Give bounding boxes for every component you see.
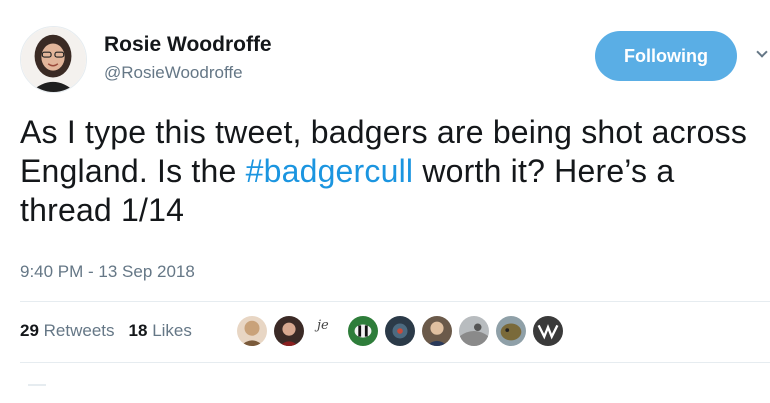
- retweets-stat[interactable]: 29 Retweets: [20, 321, 115, 341]
- following-button[interactable]: Following: [595, 31, 737, 81]
- liker-avatar[interactable]: [347, 315, 379, 347]
- liker-avatar[interactable]: [421, 315, 453, 347]
- retweets-count: 29: [20, 321, 39, 340]
- display-name[interactable]: Rosie Woodroffe: [104, 33, 272, 57]
- likers-avatars: je: [236, 315, 569, 347]
- liker-avatar-9: [533, 316, 563, 346]
- likes-label: Likes: [152, 321, 192, 340]
- likes-count: 18: [128, 321, 148, 340]
- liker-avatar[interactable]: [532, 315, 564, 347]
- liker-avatar[interactable]: [236, 315, 268, 347]
- liker-avatar-4: [348, 316, 378, 346]
- tweet-text: As I type this tweet, badgers are being …: [20, 113, 760, 230]
- divider: [20, 301, 770, 302]
- tweet-timestamp[interactable]: 9:40 PM - 13 Sep 2018: [20, 262, 195, 282]
- likes-stat[interactable]: 18 Likes: [129, 321, 192, 341]
- liker-avatar[interactable]: [458, 315, 490, 347]
- liker-avatar[interactable]: [495, 315, 527, 347]
- liker-avatar-8: [496, 316, 526, 346]
- tweet-stats: 29 Retweets 18 Likes: [20, 321, 192, 341]
- hashtag-link[interactable]: #badgercull: [246, 153, 414, 189]
- liker-avatar-5: [385, 316, 415, 346]
- liker-avatar[interactable]: je: [310, 315, 342, 347]
- retweets-label: Retweets: [43, 321, 115, 340]
- divider: [20, 362, 770, 363]
- user-handle[interactable]: @RosieWoodroffe: [104, 63, 243, 83]
- reply-hint-icon: [28, 384, 46, 386]
- liker-avatar-7: [459, 316, 489, 346]
- profile-photo-icon: [21, 27, 86, 92]
- liker-avatar-6: [422, 316, 452, 346]
- signature-icon: je: [317, 318, 329, 333]
- liker-avatar[interactable]: [273, 315, 305, 347]
- chevron-down-icon[interactable]: [756, 46, 768, 58]
- liker-avatar-1: [237, 316, 267, 346]
- profile-avatar[interactable]: [20, 26, 87, 93]
- liker-avatar-2: [274, 316, 304, 346]
- liker-avatar[interactable]: [384, 315, 416, 347]
